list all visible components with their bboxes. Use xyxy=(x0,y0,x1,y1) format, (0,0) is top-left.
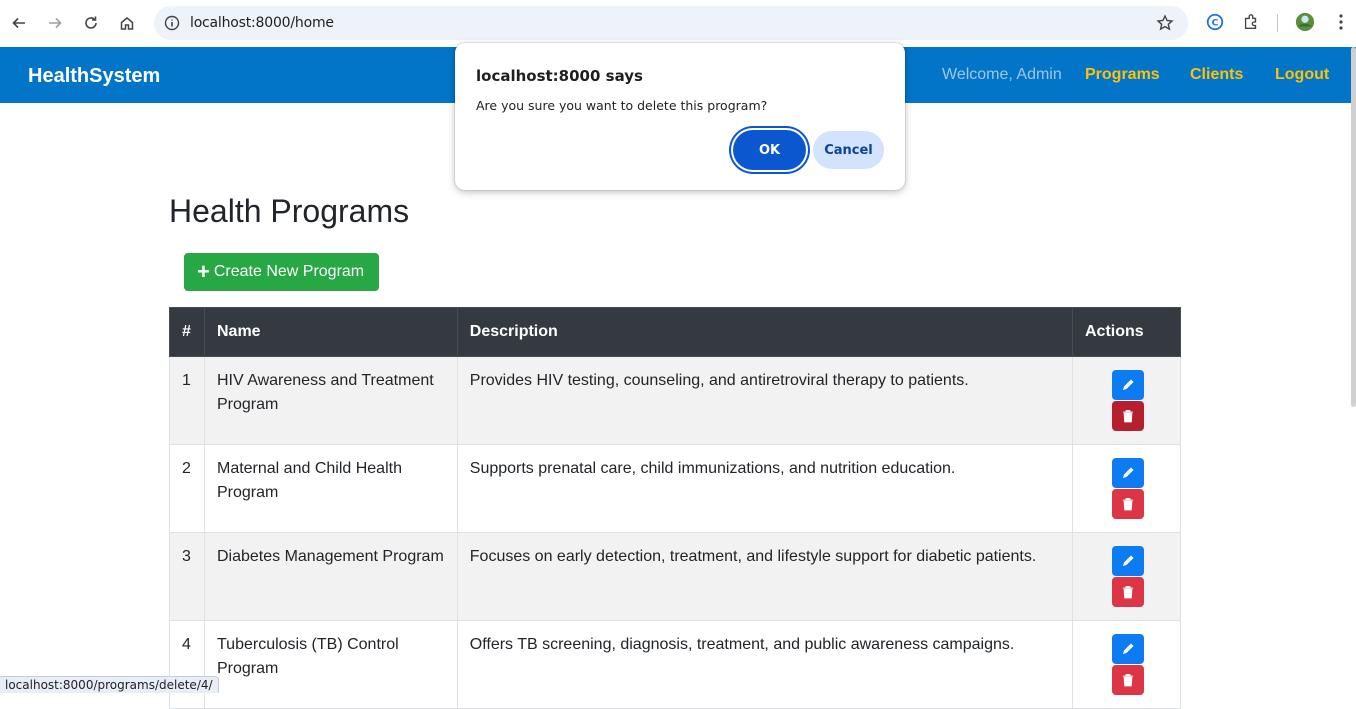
back-icon[interactable] xyxy=(5,9,33,37)
toolbar-separator xyxy=(1277,14,1278,32)
delete-button[interactable] xyxy=(1112,489,1144,519)
trash-icon xyxy=(1123,674,1133,687)
nav-link-programs[interactable]: Programs xyxy=(1085,66,1160,84)
table-row: 3 Diabetes Management Program Focuses on… xyxy=(169,532,1181,621)
header-actions: Actions xyxy=(1072,307,1181,357)
pencil-icon xyxy=(1123,555,1134,566)
nav-link-clients[interactable]: Clients xyxy=(1190,66,1243,84)
create-program-label: Create New Program xyxy=(213,263,365,280)
extensions-puzzle-icon[interactable] xyxy=(1240,11,1262,33)
home-icon[interactable] xyxy=(113,9,141,37)
create-program-button[interactable]: + Create New Program xyxy=(184,253,379,291)
row-number: 1 xyxy=(169,356,205,445)
edit-button[interactable] xyxy=(1112,546,1144,576)
pencil-icon xyxy=(1123,643,1134,654)
edit-button[interactable] xyxy=(1112,458,1144,488)
trash-icon xyxy=(1123,498,1133,511)
status-bar-url: localhost:8000/programs/delete/4/ xyxy=(0,676,219,693)
row-actions xyxy=(1072,444,1181,533)
browser-toolbar: localhost:8000/home C xyxy=(0,0,1356,47)
row-description: Provides HIV testing, counseling, and an… xyxy=(456,356,1074,445)
pencil-icon xyxy=(1123,467,1134,478)
row-actions xyxy=(1072,356,1181,445)
row-number: 2 xyxy=(169,444,205,533)
page-scrollbar[interactable] xyxy=(1351,47,1356,407)
extension-c-icon[interactable]: C xyxy=(1204,11,1226,33)
row-description: Focuses on early detection, treatment, a… xyxy=(456,532,1074,621)
edit-button[interactable] xyxy=(1112,634,1144,664)
plus-icon: + xyxy=(197,259,210,284)
welcome-text: Welcome, Admin xyxy=(942,66,1062,83)
reload-icon[interactable] xyxy=(77,9,105,37)
trash-icon xyxy=(1123,586,1133,599)
address-bar[interactable]: localhost:8000/home xyxy=(154,6,1188,40)
delete-button[interactable] xyxy=(1112,401,1144,431)
table-row: 4 Tuberculosis (TB) Control Program Offe… xyxy=(169,620,1181,709)
row-actions xyxy=(1072,620,1181,709)
table-row: 1 HIV Awareness and Treatment Program Pr… xyxy=(169,356,1181,445)
svg-text:C: C xyxy=(1212,19,1219,29)
delete-button[interactable] xyxy=(1112,577,1144,607)
row-description: Offers TB screening, diagnosis, treatmen… xyxy=(456,620,1074,709)
site-info-icon[interactable] xyxy=(164,15,180,31)
row-actions xyxy=(1072,532,1181,621)
row-name: Tuberculosis (TB) Control Program xyxy=(203,620,458,709)
header-number: # xyxy=(169,307,205,357)
row-description: Supports prenatal care, child immunizati… xyxy=(456,444,1074,533)
pencil-icon xyxy=(1123,379,1134,390)
confirm-dialog: localhost:8000 says Are you sure you wan… xyxy=(455,43,905,190)
row-number: 4 xyxy=(169,620,205,709)
header-description: Description xyxy=(456,307,1074,357)
row-name: Maternal and Child Health Program xyxy=(203,444,458,533)
page-title: Health Programs xyxy=(169,193,410,229)
dialog-message: Are you sure you want to delete this pro… xyxy=(476,98,768,113)
header-name: Name xyxy=(203,307,458,357)
table-header-row: # Name Description Actions xyxy=(169,307,1181,357)
edit-button[interactable] xyxy=(1112,370,1144,400)
forward-icon[interactable] xyxy=(41,9,69,37)
nav-link-logout[interactable]: Logout xyxy=(1275,66,1329,84)
cancel-button[interactable]: Cancel xyxy=(813,131,884,169)
trash-icon xyxy=(1123,410,1133,423)
dialog-title: localhost:8000 says xyxy=(476,67,643,85)
profile-avatar-icon[interactable] xyxy=(1294,11,1316,33)
programs-table: # Name Description Actions 1 HIV Awarene… xyxy=(169,307,1181,709)
menu-kebab-icon[interactable] xyxy=(1330,11,1352,33)
row-name: HIV Awareness and Treatment Program xyxy=(203,356,458,445)
row-number: 3 xyxy=(169,532,205,621)
ok-button[interactable]: OK xyxy=(733,130,806,170)
bookmark-star-icon[interactable] xyxy=(1156,14,1174,32)
brand-logo-text[interactable]: HealthSystem xyxy=(28,65,160,88)
row-name: Diabetes Management Program xyxy=(203,532,458,621)
url-text: localhost:8000/home xyxy=(190,15,334,31)
table-row: 2 Maternal and Child Health Program Supp… xyxy=(169,444,1181,533)
delete-button[interactable] xyxy=(1112,665,1144,695)
